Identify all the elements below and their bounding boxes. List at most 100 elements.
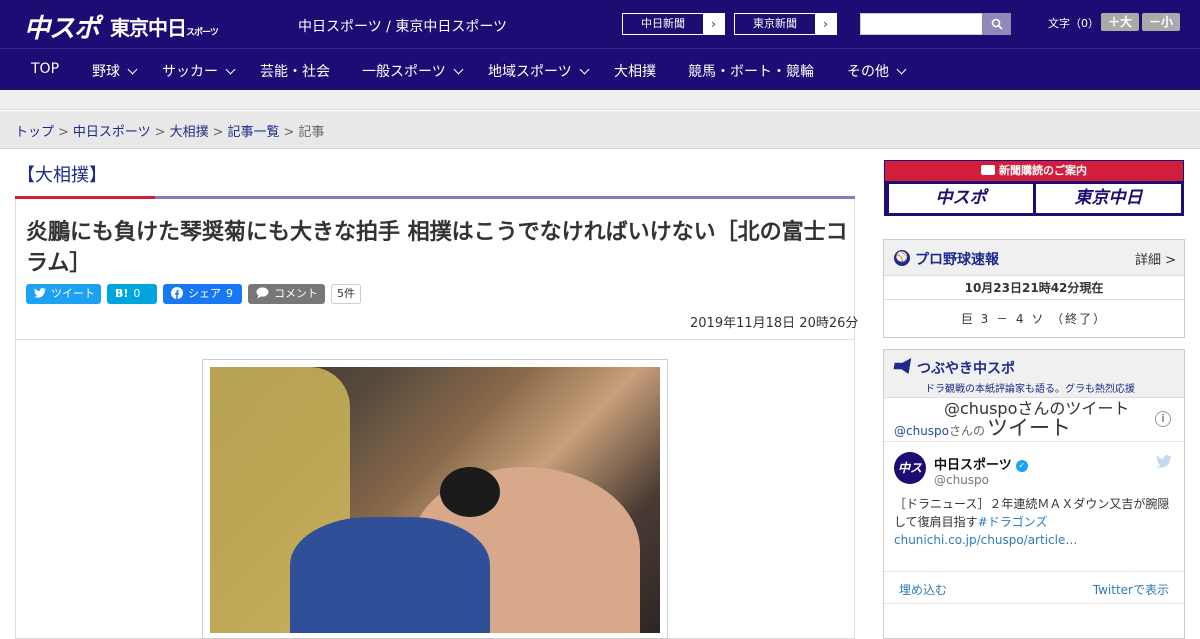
breadcrumb-article-list[interactable]: 記事一覧 — [228, 125, 280, 140]
nav-item-general-sports[interactable]: 一般スポーツ — [362, 61, 464, 81]
tsubuyaki-header: つぶやき中スポ ドラ観戦の本紙評論家も語る。グラも熱烈応援 — [884, 350, 1184, 398]
nav-label: サッカー — [162, 64, 218, 80]
nav-item-racing[interactable]: 競馬・ボート・競輪 — [688, 61, 814, 81]
facebook-count: 9 — [226, 287, 233, 300]
tweet-author-handle[interactable]: @chuspo — [934, 473, 989, 487]
search-input[interactable] — [860, 13, 983, 35]
tokyo-shimbun-link[interactable]: 東京新聞 › — [734, 13, 837, 35]
breadcrumb-separator: > — [283, 125, 295, 140]
chevron-down-icon — [225, 64, 236, 75]
timeline-word: ツイート — [987, 416, 1072, 440]
breadcrumb-sumo[interactable]: 大相撲 — [170, 125, 209, 140]
breadcrumb-separator: > — [154, 125, 166, 140]
tweet-label: ツイート — [51, 287, 95, 300]
twitter-bird-icon — [34, 288, 46, 298]
baseball-icon: ⚾ — [894, 250, 910, 266]
font-larger-button[interactable]: ＋大 — [1101, 13, 1139, 31]
breadcrumb-separator: > — [58, 125, 69, 140]
baseball-details-link[interactable]: 詳細 > — [1135, 249, 1176, 268]
tweet-link[interactable]: chunichi.co.jp/chuspo/article… — [894, 533, 1077, 547]
chevron-down-icon — [579, 64, 590, 75]
section-label: 【大相撲】 — [17, 165, 107, 186]
breadcrumb-bar: トップ > 中日スポーツ > 大相撲 > 記事一覧 > 記事 — [0, 111, 1200, 149]
hatena-icon: B! — [115, 287, 129, 300]
hatena-bookmark-button[interactable]: B! 0 — [107, 284, 157, 304]
photo-region — [290, 517, 490, 633]
nav-item-entertainment[interactable]: 芸能・社会 — [260, 61, 330, 81]
nav-item-soccer[interactable]: サッカー — [162, 61, 236, 81]
nav-label: 一般スポーツ — [362, 64, 446, 80]
megaphone-icon — [893, 358, 912, 374]
nav-label: 地域スポーツ — [488, 64, 572, 80]
article-headline: 炎鵬にも負けた琴奨菊にも大きな拍手 相撲はこうでなければいけない［北の富士コラム… — [26, 220, 848, 276]
nav-label: 芸能・社会 — [260, 64, 330, 80]
chevron-right-icon: › — [703, 14, 724, 34]
site-title: 中日スポーツ / 東京中日スポーツ — [298, 19, 508, 35]
paper-link-label: 中日新聞 — [641, 17, 685, 30]
timeline-handle-link[interactable]: @chuspo — [894, 424, 949, 438]
info-icon[interactable]: i — [1155, 411, 1171, 427]
breadcrumb: トップ > 中日スポーツ > 大相撲 > 記事一覧 > 記事 — [15, 121, 324, 140]
breadcrumb-separator: > — [212, 125, 224, 140]
view-on-twitter-link[interactable]: Twitterで表示 — [1093, 581, 1169, 598]
breadcrumb-top[interactable]: トップ — [15, 125, 54, 140]
promo-heading: 新聞購読のご案内 — [885, 161, 1183, 181]
chevron-right-icon: › — [815, 14, 836, 34]
score-timestamp: 10月23日21時42分現在 — [884, 276, 1184, 300]
newspaper-icon — [981, 165, 995, 175]
tsubuyaki-title: つぶやき中スポ — [917, 361, 1015, 377]
nav-item-regional-sports[interactable]: 地域スポーツ — [488, 61, 590, 81]
main-nav: TOP 野球 サッカー 芸能・社会 一般スポーツ 地域スポーツ 大相撲 競馬・ボ… — [0, 48, 1200, 90]
timeline-footer: 埋め込む Twitterで表示 — [884, 572, 1184, 604]
score-result[interactable]: 巨 3 － 4 ソ （終了） — [884, 300, 1184, 338]
article-photo[interactable] — [210, 367, 660, 633]
nav-label: 大相撲 — [614, 64, 656, 80]
facebook-share-button[interactable]: シェア 9 — [163, 284, 242, 304]
search-icon — [991, 18, 1003, 30]
comment-count-badge[interactable]: 5件 — [331, 284, 361, 304]
breadcrumb-current: 記事 — [298, 125, 325, 140]
promo-tokyo-chunichi-logo[interactable]: 東京中日 — [1036, 184, 1181, 213]
top-header: 中スポ 東京中日スポーツ 中日スポーツ / 東京中日スポーツ 中日新聞 › 東京… — [0, 0, 1200, 48]
nav-label: その他 — [847, 64, 889, 80]
promo-heading-text: 新聞購読のご案内 — [999, 164, 1087, 177]
timeline-handle-suffix: さんの — [949, 424, 986, 438]
tweet-text: ［ドラニュース］２年連続ＭＡＸダウン又吉が腕隠して復肩目指す#ドラゴンズ chu… — [894, 495, 1178, 549]
paper-link-label: 東京新聞 — [753, 17, 797, 30]
nav-item-baseball[interactable]: 野球 — [92, 61, 138, 81]
tweet-author-name[interactable]: 中日スポーツ ✓ — [934, 454, 1028, 473]
font-smaller-button[interactable]: －小 — [1142, 13, 1180, 31]
subscription-promo[interactable]: 新聞購読のご案内 中スポ 東京中日 — [884, 160, 1184, 216]
tweet-hashtag[interactable]: #ドラゴンズ — [978, 515, 1048, 529]
baseball-widget-title: プロ野球速報 — [915, 252, 999, 268]
font-size-label: 文字（0） — [1048, 17, 1099, 30]
more-tweets-link[interactable]: @chuspoさんのツイート — [944, 395, 1129, 419]
chevron-down-icon — [127, 64, 138, 75]
nav-label: TOP — [31, 61, 60, 77]
promo-chuspo-logo[interactable]: 中スポ — [889, 184, 1033, 213]
chuspo-logo[interactable]: 中スポ — [24, 8, 100, 45]
nav-item-sumo[interactable]: 大相撲 — [614, 61, 656, 81]
chevron-down-icon — [453, 64, 464, 75]
nav-label: 野球 — [92, 64, 120, 80]
nav-item-other[interactable]: その他 — [847, 61, 907, 81]
breadcrumb-chunichi-sports[interactable]: 中日スポーツ — [73, 125, 151, 140]
comment-button[interactable]: コメント — [248, 284, 325, 304]
tweet-button[interactable]: ツイート — [26, 284, 101, 304]
nav-item-top[interactable]: TOP — [31, 61, 59, 77]
tokyo-chunichi-logo[interactable]: 東京中日スポーツ — [110, 12, 219, 41]
facebook-icon — [171, 287, 183, 299]
twitter-widget: つぶやき中スポ ドラ観戦の本紙評論家も語る。グラも熱烈応援 @chuspoさんの… — [883, 349, 1185, 639]
avatar[interactable]: 中スポ — [894, 452, 926, 507]
chunichi-shimbun-link[interactable]: 中日新聞 › — [622, 13, 725, 35]
ad-strip — [0, 90, 1200, 110]
chevron-down-icon — [896, 64, 907, 75]
search-button[interactable] — [982, 13, 1011, 35]
nav-label: 競馬・ボート・競輪 — [688, 64, 814, 80]
article-divider — [16, 339, 854, 340]
tokyo-logo-small: スポーツ — [186, 28, 219, 38]
embed-link[interactable]: 埋め込む — [899, 581, 947, 598]
tweet-item[interactable]: 中スポ 中日スポーツ ✓ @chuspo ［ドラニュース］２年連続ＭＡＸダウン又吉… — [884, 442, 1184, 572]
article-date: 2019年11月18日 20時26分 — [690, 316, 859, 331]
twitter-bird-icon[interactable] — [1156, 455, 1172, 472]
